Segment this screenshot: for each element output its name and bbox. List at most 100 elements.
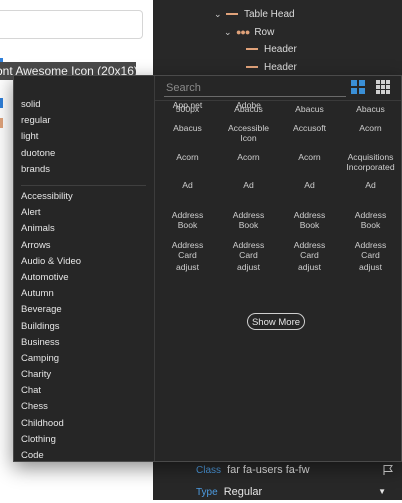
layer-dots-icon: ●●● xyxy=(236,27,250,37)
icon-result[interactable]: Acorn xyxy=(340,123,401,133)
icon-result[interactable]: Ad xyxy=(218,180,279,190)
icon-name-line: Acorn xyxy=(359,123,382,133)
layer-bar-icon xyxy=(226,13,238,16)
icon-name-line: Abacus xyxy=(356,104,385,114)
icon-name-line: Incorporated xyxy=(346,162,395,172)
layer-label: Header xyxy=(264,62,297,73)
category-item[interactable]: Buildings xyxy=(14,319,154,335)
icon-result[interactable]: Acorn xyxy=(157,152,218,162)
style-item[interactable]: regular xyxy=(14,113,154,129)
category-list: Accessibility Alert Animals Arrows Audio & V… xyxy=(14,189,154,461)
icon-result[interactable]: Abacus xyxy=(340,104,401,114)
icon-result[interactable]: Acorn xyxy=(218,152,279,162)
icon-result[interactable]: Ad xyxy=(157,180,218,190)
category-item[interactable]: Alert xyxy=(14,205,154,221)
icon-result[interactable]: Abacus xyxy=(157,123,218,133)
category-item[interactable]: Camping xyxy=(14,351,154,367)
flag-icon[interactable] xyxy=(382,464,394,476)
style-item[interactable]: brands xyxy=(14,162,154,178)
icon-result[interactable]: Address Card xyxy=(279,240,340,260)
layer-label: Row xyxy=(254,27,275,38)
class-label: Class xyxy=(196,465,222,476)
large-grid-view-icon[interactable] xyxy=(351,80,365,94)
icon-result[interactable]: adjust xyxy=(157,262,218,272)
category-item[interactable]: Accessibility xyxy=(14,189,154,205)
property-input[interactable] xyxy=(0,10,143,39)
chevron-down-icon[interactable]: ⌄ xyxy=(214,5,226,23)
icon-name-line: Abacus xyxy=(173,123,202,133)
icon-name-line: Address xyxy=(293,210,326,220)
small-grid-view-icon[interactable] xyxy=(376,80,390,94)
category-item[interactable]: Charity xyxy=(14,367,154,383)
category-item[interactable]: Animals xyxy=(14,221,154,237)
show-more-button[interactable]: Show More xyxy=(247,313,305,330)
icon-result[interactable]: Address Card xyxy=(340,240,401,260)
icon-result[interactable]: Address Card xyxy=(157,240,218,260)
icon-name-line: Address xyxy=(232,210,265,220)
icon-name-line: Card xyxy=(178,250,197,260)
icon-result[interactable]: Accessible Icon xyxy=(218,123,279,143)
icon-result[interactable]: Acquisitions Incorporated xyxy=(340,152,401,172)
icon-result[interactable]: Accusoft xyxy=(279,123,340,133)
icon-name-line: Address xyxy=(171,240,204,250)
icon-result[interactable]: Address Book xyxy=(157,210,218,230)
icon-result[interactable]: adjust xyxy=(218,262,279,272)
icon-name-line: Accusoft xyxy=(293,123,326,133)
icon-name-line: Ad xyxy=(365,180,376,190)
icon-name-line: Acquisitions xyxy=(347,152,394,162)
icon-result[interactable]: Address Book xyxy=(218,210,279,230)
category-item[interactable]: Autumn xyxy=(14,286,154,302)
icon-name-line: Address xyxy=(232,240,265,250)
icon-name-line: Ad xyxy=(304,180,315,190)
icon-result[interactable]: App.net xyxy=(157,100,218,110)
caret-down-icon[interactable]: ▼ xyxy=(378,482,386,502)
icon-result[interactable]: Ad xyxy=(279,180,340,190)
search-input[interactable] xyxy=(164,79,348,97)
style-item[interactable]: light xyxy=(14,129,154,145)
icon-name-line: Address xyxy=(354,240,387,250)
class-value[interactable]: far fa-users fa-fw xyxy=(227,464,310,476)
category-item[interactable]: Business xyxy=(14,335,154,351)
style-item[interactable]: solid xyxy=(14,97,154,113)
layer-bar-icon xyxy=(246,48,258,51)
icon-name-line: Card xyxy=(300,250,319,260)
icon-name-line: Book xyxy=(360,220,381,230)
icon-name-line: adjust xyxy=(237,262,260,272)
category-item[interactable]: Clothing xyxy=(14,432,154,448)
category-item[interactable]: Audio & Video xyxy=(14,254,154,270)
icon-name-line: Book xyxy=(238,220,259,230)
category-item[interactable]: Chat xyxy=(14,383,154,399)
icon-name-line: Abacus xyxy=(295,104,324,114)
layer-item-table-head[interactable]: ⌄ Table Head xyxy=(214,5,295,23)
category-item[interactable]: Beverage xyxy=(14,302,154,318)
icon-result[interactable]: adjust xyxy=(340,262,401,272)
chevron-down-icon[interactable]: ⌄ xyxy=(224,23,236,41)
icon-result[interactable]: adjust xyxy=(279,262,340,272)
icon-name-line: App.net xyxy=(172,100,203,110)
icon-result[interactable]: Abacus xyxy=(279,104,340,114)
type-property-row[interactable]: Type Regular ▼ xyxy=(196,482,402,502)
style-item[interactable]: duotone xyxy=(14,146,154,162)
category-item[interactable]: Arrows xyxy=(14,238,154,254)
icon-name-line: Address xyxy=(293,240,326,250)
category-item[interactable]: Chess xyxy=(14,399,154,415)
type-label: Type xyxy=(196,487,218,498)
icon-result[interactable]: Ad xyxy=(340,180,401,190)
layer-item-row[interactable]: ⌄ ●●● Row xyxy=(224,23,274,41)
category-item[interactable]: Childhood xyxy=(14,416,154,432)
category-item[interactable]: Automotive xyxy=(14,270,154,286)
icon-result[interactable]: Adobe xyxy=(218,100,279,110)
icon-result[interactable]: Address Book xyxy=(279,210,340,230)
icon-result[interactable]: Acorn xyxy=(279,152,340,162)
class-property-row[interactable]: Class far fa-users fa-fw xyxy=(196,460,402,480)
type-value[interactable]: Regular xyxy=(224,486,263,498)
icon-result[interactable]: Address Card xyxy=(218,240,279,260)
icon-name-line: Acorn xyxy=(237,152,260,162)
icon-result[interactable]: Address Book xyxy=(340,210,401,230)
icon-picker-popup: solid regular light duotone brands Accessibi… xyxy=(13,75,402,462)
category-item[interactable]: Code xyxy=(14,448,154,461)
search-field[interactable] xyxy=(164,78,348,97)
layer-item-header[interactable]: Header xyxy=(246,41,297,59)
icon-name-line: Card xyxy=(239,250,258,260)
icon-name-line: Adobe xyxy=(236,100,261,110)
